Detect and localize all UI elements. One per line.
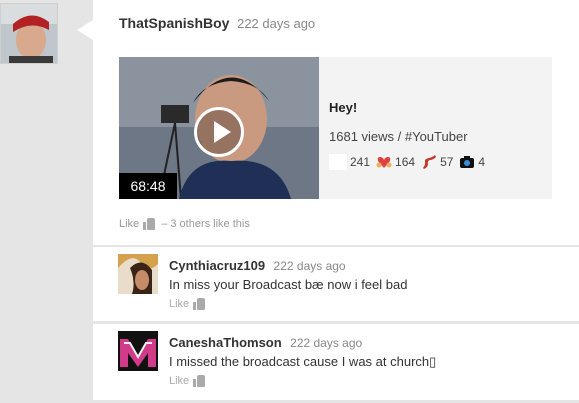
reaction-count: 57 <box>440 155 454 169</box>
comment-avatar[interactable] <box>118 331 158 371</box>
reaction-count: 4 <box>478 155 486 169</box>
video-info: Hey! 1681 views / #YouTuber 241 164 57 4 <box>329 57 552 199</box>
reaction-count: 241 <box>350 155 371 169</box>
post-header: ThatSpanishBoy 222 days ago <box>119 15 315 31</box>
post-author[interactable]: ThatSpanishBoy <box>119 15 229 31</box>
thumbs-up-icon[interactable] <box>193 297 206 310</box>
comment-header: Cynthiacruz109 222 days ago <box>169 257 346 275</box>
bacon-icon <box>421 154 437 170</box>
video-duration: 68:48 <box>119 173 177 199</box>
speech-pointer <box>77 20 93 40</box>
reaction-camera[interactable]: 4 <box>459 154 485 170</box>
comment-header: CaneshaThomson 222 days ago <box>169 334 362 352</box>
comment: CaneshaThomson 222 days ago I missed the… <box>93 324 579 400</box>
comment-time: 222 days ago <box>273 259 346 273</box>
reaction-blank[interactable]: 241 <box>329 154 370 170</box>
comment-text: In miss your Broadcast bæ now i feel bad <box>169 277 408 292</box>
comment-avatar[interactable] <box>118 254 158 294</box>
blank-reaction-icon <box>329 154 347 170</box>
reaction-heart[interactable]: 164 <box>376 154 415 170</box>
camera-icon <box>459 154 475 170</box>
video-thumbnail[interactable]: 68:48 <box>119 57 319 199</box>
post-card: ThatSpanishBoy 222 days ago 68:48 Hey! 1… <box>93 0 579 245</box>
reaction-bacon[interactable]: 57 <box>421 154 453 170</box>
comment-like-row: Like <box>169 297 211 310</box>
comment-like-row: Like <box>169 374 211 387</box>
like-button[interactable]: Like <box>169 298 189 310</box>
author-avatar[interactable] <box>0 3 58 64</box>
comment-author[interactable]: CaneshaThomson <box>169 335 282 350</box>
reaction-bar: 241 164 57 4 <box>329 154 491 170</box>
like-button[interactable]: Like <box>119 218 139 230</box>
thumbs-up-icon[interactable] <box>143 217 156 230</box>
video-card[interactable]: 68:48 Hey! 1681 views / #YouTuber 241 16… <box>119 57 552 199</box>
post-like-row: Like – 3 others like this <box>119 217 250 230</box>
comment-text: I missed the broadcast cause I was at ch… <box>169 354 437 369</box>
play-icon[interactable] <box>194 107 244 157</box>
comment-time: 222 days ago <box>290 336 363 350</box>
like-button[interactable]: Like <box>169 375 189 387</box>
like-summary[interactable]: – 3 others like this <box>161 218 250 230</box>
comment-author[interactable]: Cynthiacruz109 <box>169 258 265 273</box>
video-title[interactable]: Hey! <box>329 100 357 115</box>
post-time: 222 days ago <box>237 16 316 31</box>
thumbs-up-icon[interactable] <box>193 374 206 387</box>
video-meta: 1681 views / #YouTuber <box>329 129 468 144</box>
comment: Cynthiacruz109 222 days ago In miss your… <box>93 247 579 321</box>
reaction-count: 164 <box>395 155 416 169</box>
heart-hands-icon <box>376 154 392 170</box>
